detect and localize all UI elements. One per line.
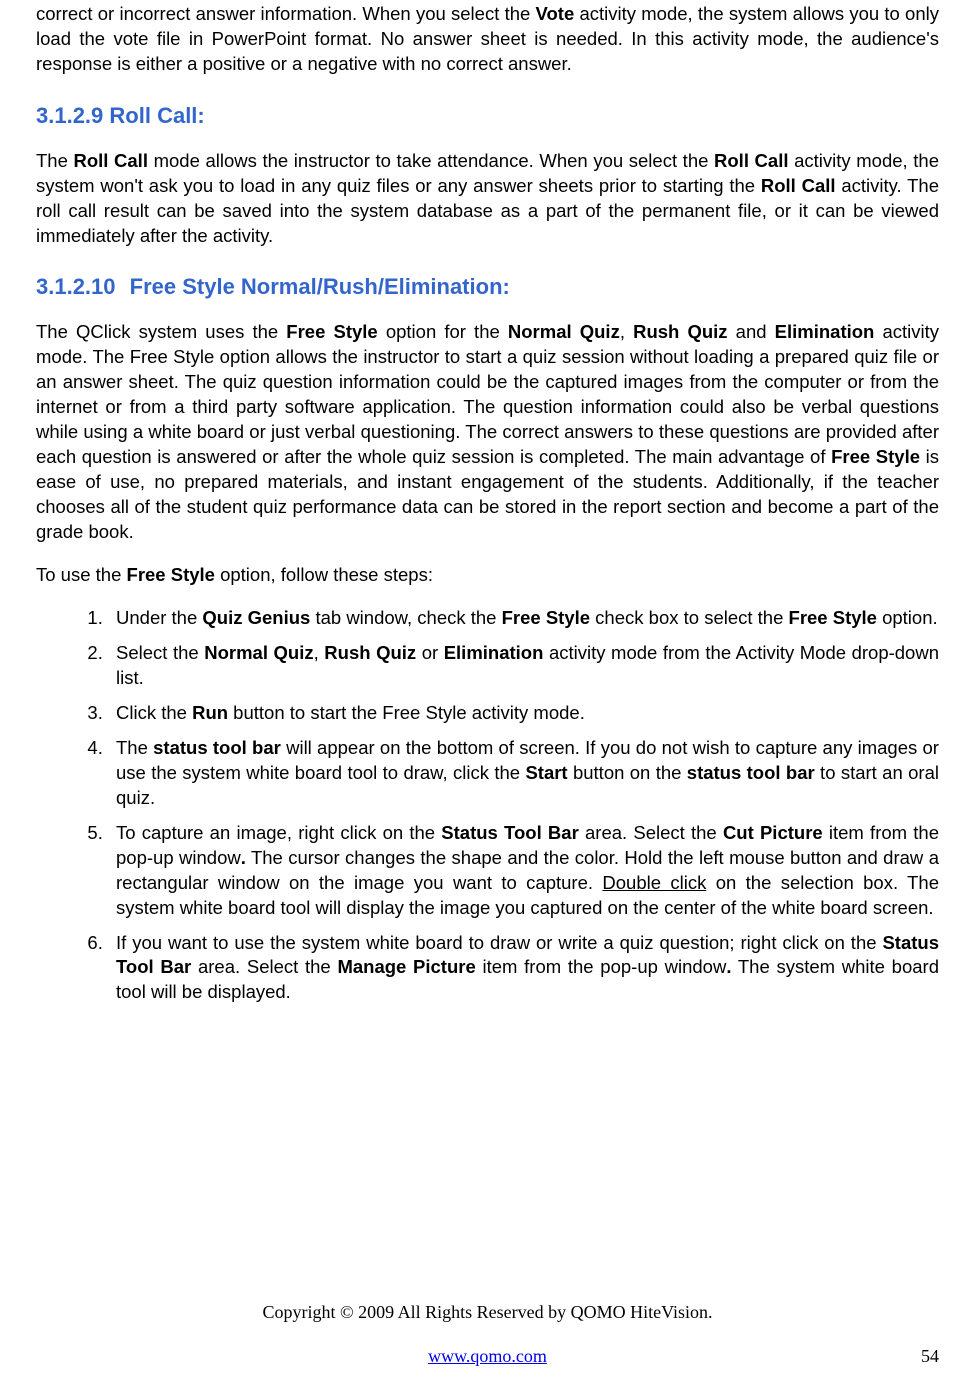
bold: Normal Quiz: [204, 642, 313, 663]
text: check box to select the: [590, 607, 788, 628]
page-number: 54: [921, 1344, 939, 1368]
text: item from the pop-up window: [476, 956, 727, 977]
text: Under the: [116, 607, 202, 628]
bold: status tool bar: [153, 737, 281, 758]
freestyle-paragraph-2: To use the Free Style option, follow the…: [36, 563, 939, 588]
bold: Free Style: [286, 321, 377, 342]
heading-number: 3.1.2.9: [36, 103, 103, 128]
heading-title: Roll Call:: [109, 103, 204, 128]
list-item: Click the Run button to start the Free S…: [108, 701, 939, 726]
bold: Run: [192, 702, 228, 723]
text: Select the: [116, 642, 204, 663]
bold: Rush Quiz: [324, 642, 416, 663]
document-page: correct or incorrect answer information.…: [0, 0, 975, 1396]
text: activity mode. The Free Style option all…: [36, 321, 939, 467]
text: The: [116, 737, 153, 758]
heading-free-style: 3.1.2.10 Free Style Normal/Rush/Eliminat…: [36, 272, 939, 302]
copyright-text: Copyright © 2009 All Rights Reserved by …: [0, 1300, 975, 1324]
heading-number: 3.1.2.10: [36, 274, 116, 299]
text: or: [416, 642, 444, 663]
bold: Quiz Genius: [202, 607, 310, 628]
bold: Elimination: [444, 642, 544, 663]
bold: Free Style: [127, 564, 215, 585]
text: Click the: [116, 702, 192, 723]
bold: Free Style: [502, 607, 590, 628]
text: correct or incorrect answer information.…: [36, 3, 536, 24]
text: option.: [877, 607, 938, 628]
text: button on the: [568, 762, 687, 783]
text: option, follow these steps:: [215, 564, 433, 585]
text: The QClick system uses the: [36, 321, 286, 342]
content-area: correct or incorrect answer information.…: [36, 0, 939, 1005]
text: mode allows the instructor to take atten…: [148, 150, 714, 171]
text: area. Select the: [191, 956, 337, 977]
page-footer: Copyright © 2009 All Rights Reserved by …: [0, 1300, 975, 1368]
text: To use the: [36, 564, 127, 585]
heading-title: Free Style Normal/Rush/Elimination:: [130, 274, 510, 299]
text: area. Select the: [579, 822, 723, 843]
intro-paragraph: correct or incorrect answer information.…: [36, 2, 939, 77]
text: button to start the Free Style activity …: [228, 702, 585, 723]
list-item: To capture an image, right click on the …: [108, 821, 939, 921]
bold: Cut Picture: [723, 822, 823, 843]
text: The: [36, 150, 73, 171]
freestyle-paragraph-1: The QClick system uses the Free Style op…: [36, 320, 939, 545]
bold: Roll Call: [714, 150, 788, 171]
steps-list: Under the Quiz Genius tab window, check …: [36, 606, 939, 1006]
heading-roll-call: 3.1.2.9 Roll Call:: [36, 101, 939, 131]
text: If you want to use the system white boar…: [116, 932, 882, 953]
list-item: Under the Quiz Genius tab window, check …: [108, 606, 939, 631]
bold: Free Style: [831, 446, 920, 467]
bold: Roll Call: [73, 150, 147, 171]
bold: Free Style: [789, 607, 877, 628]
list-item: If you want to use the system white boar…: [108, 931, 939, 1006]
rollcall-paragraph: The Roll Call mode allows the instructor…: [36, 149, 939, 249]
bold: Start: [525, 762, 567, 783]
bold: status tool bar: [687, 762, 815, 783]
bold-vote: Vote: [536, 3, 575, 24]
underline: Double click: [602, 872, 706, 893]
text: ,: [620, 321, 633, 342]
footer-link[interactable]: www.qomo.com: [428, 1346, 547, 1366]
bold: Rush Quiz: [633, 321, 727, 342]
bold: Normal Quiz: [508, 321, 620, 342]
text: ,: [314, 642, 325, 663]
text: and: [728, 321, 775, 342]
text: option for the: [378, 321, 508, 342]
list-item: The status tool bar will appear on the b…: [108, 736, 939, 811]
text: tab window, check the: [310, 607, 501, 628]
bold: Roll Call: [761, 175, 836, 196]
bold: Status Tool Bar: [441, 822, 578, 843]
list-item: Select the Normal Quiz, Rush Quiz or Eli…: [108, 641, 939, 691]
bold: Elimination: [775, 321, 875, 342]
text: To capture an image, right click on the: [116, 822, 441, 843]
bold: Manage Picture: [337, 956, 475, 977]
